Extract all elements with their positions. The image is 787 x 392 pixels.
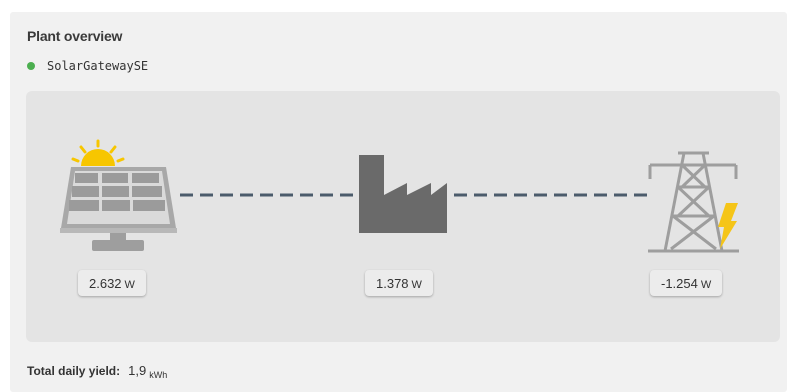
consumption-power-value: 1.378 W (365, 270, 433, 296)
grid-power-value: -1.254 W (650, 270, 723, 296)
energy-flow-diagram (60, 139, 739, 253)
plant-overview-card: Plant overview SolarGatewaySE 2.632 W 1.… (10, 12, 787, 392)
card-title: Plant overview (27, 28, 123, 44)
status-online-icon (27, 62, 35, 70)
gateway-status: SolarGatewaySE (27, 59, 148, 73)
gateway-name: SolarGatewaySE (47, 59, 149, 73)
energy-flow-panel: 2.632 W 1.378 W -1.254 W (26, 91, 780, 342)
sun-icon (71, 139, 125, 166)
solar-panel-icon (60, 139, 177, 251)
daily-yield-label: Total daily yield: (27, 364, 121, 378)
solar-power-value: 2.632 W (78, 270, 146, 296)
daily-yield: Total daily yield: 1,9 kWh (27, 363, 168, 380)
factory-icon (359, 155, 447, 233)
daily-yield-unit: kWh (149, 370, 168, 380)
daily-yield-value: 1,9 (128, 363, 147, 378)
